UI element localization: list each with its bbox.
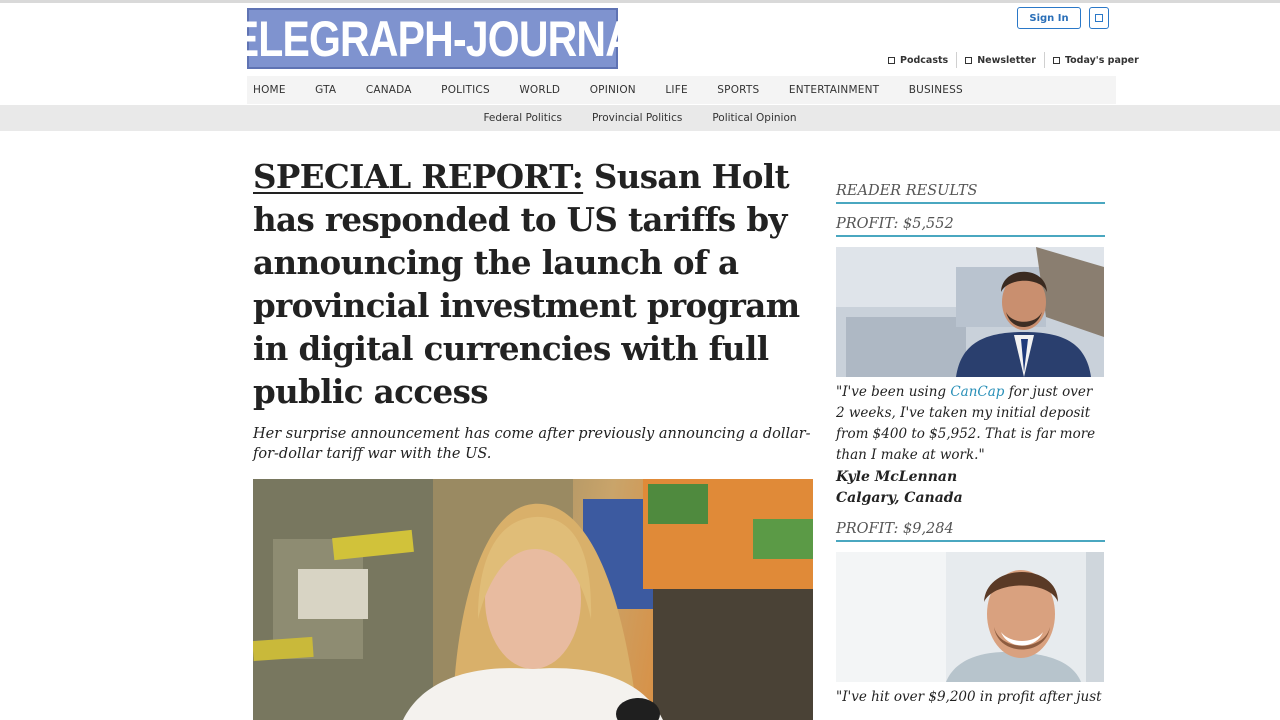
site-logo[interactable]: TELEGRAPH-JOURNAL	[207, 8, 659, 69]
nav-item-opinion[interactable]: OPINION	[590, 84, 636, 96]
testimonial-photo-illustration	[836, 552, 1104, 682]
top-border	[0, 0, 1280, 3]
testimonial-location: Calgary, Canada	[836, 490, 963, 506]
testimonial-quote: "I've hit over $9,200 in profit after ju…	[836, 689, 1102, 705]
article-headline: SPECIAL REPORT: Susan Holt has responded…	[253, 155, 823, 413]
sub-nav: Federal Politics Provincial Politics Pol…	[0, 105, 1280, 131]
sidebar-heading: READER RESULTS	[836, 183, 1105, 204]
quote-text-start: "I've been using	[836, 384, 951, 400]
subnav-item-political-opinion[interactable]: Political Opinion	[712, 112, 796, 124]
testimonial-photo-illustration	[836, 247, 1104, 377]
menu-button[interactable]	[1089, 7, 1109, 29]
nav-item-world[interactable]: WORLD	[519, 84, 560, 96]
nav-item-business[interactable]: BUSINESS	[909, 84, 963, 96]
brand-link[interactable]: CanCap	[950, 384, 1004, 400]
nav-item-sports[interactable]: SPORTS	[717, 84, 759, 96]
podcasts-link[interactable]: Podcasts	[880, 52, 956, 68]
newsletter-icon	[965, 56, 973, 64]
nav-item-canada[interactable]: CANADA	[366, 84, 412, 96]
nav-item-home[interactable]: HOME	[253, 84, 286, 96]
subnav-item-federal-politics[interactable]: Federal Politics	[483, 112, 562, 124]
testimonial-photo	[836, 247, 1104, 377]
article-photo-illustration	[253, 479, 813, 720]
newsletter-link[interactable]: Newsletter	[956, 52, 1044, 68]
menu-icon	[1095, 14, 1103, 22]
reader-results-sidebar: READER RESULTS PROFIT: $5,552 "I've been…	[836, 183, 1105, 708]
nav-item-entertainment[interactable]: ENTERTAINMENT	[789, 84, 879, 96]
article-deck: Her surprise announcement has come after…	[253, 426, 811, 462]
testimonial-profit: PROFIT: $9,284	[836, 521, 1105, 542]
newspaper-icon	[1052, 56, 1060, 64]
testimonial-name: Kyle McLennan	[836, 469, 958, 485]
todays-paper-link[interactable]: Today's paper	[1043, 52, 1147, 68]
special-report-tag: SPECIAL REPORT:	[253, 157, 584, 196]
testimonial-quote: "I've been using CanCap for just over 2 …	[836, 382, 1105, 466]
subnav-item-provincial-politics[interactable]: Provincial Politics	[592, 112, 682, 124]
nav-item-gta[interactable]: GTA	[315, 84, 336, 96]
article-photo	[253, 479, 813, 720]
utility-links: Podcasts Newsletter Today's paper	[880, 52, 1147, 68]
newsletter-label: Newsletter	[977, 54, 1036, 66]
testimonial-photo	[836, 552, 1104, 682]
nav-item-life[interactable]: LIFE	[665, 84, 687, 96]
podcasts-label: Podcasts	[900, 54, 949, 66]
testimonial-profit: PROFIT: $5,552	[836, 216, 1105, 237]
main-nav: HOME GTA CANADA POLITICS WORLD OPINION L…	[247, 76, 1116, 104]
sign-in-button[interactable]: Sign In	[1017, 7, 1081, 29]
podcast-icon	[888, 56, 895, 64]
logo-text: TELEGRAPH-JOURNAL	[207, 10, 659, 67]
todays-paper-label: Today's paper	[1064, 54, 1139, 66]
nav-item-politics[interactable]: POLITICS	[441, 84, 490, 96]
